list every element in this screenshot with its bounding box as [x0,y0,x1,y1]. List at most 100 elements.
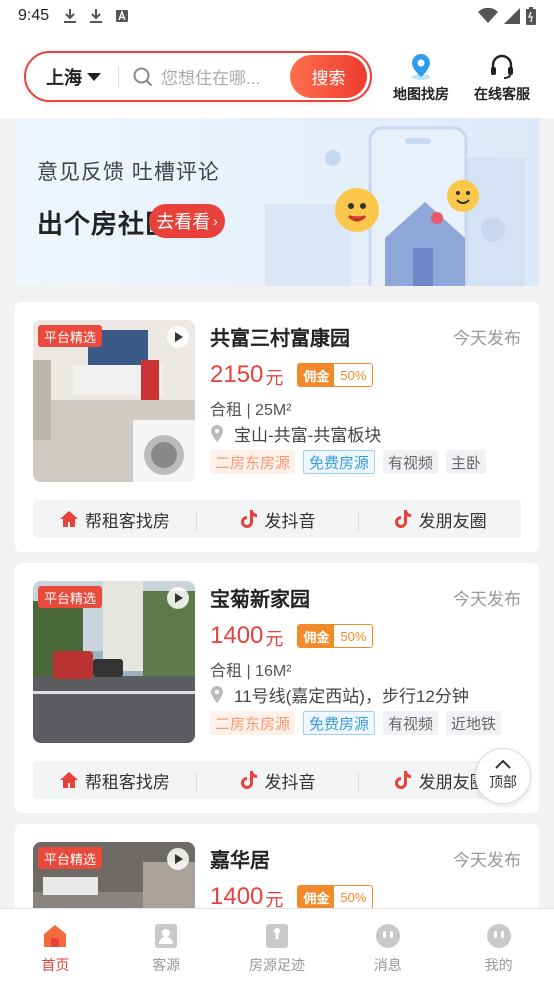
post-moments-button[interactable]: 发朋友圈 [358,507,521,532]
wifi-icon [478,8,498,23]
listing-date: 今天发布 [453,851,521,870]
map-search-label: 地图找房 [393,86,449,102]
online-service-label: 在线客服 [474,86,530,102]
listing-location: 宝山-共富-共富板块 [210,421,381,446]
community-banner[interactable]: 意见反馈 吐槽评论 出个房社区 去看看 › [15,118,539,286]
commission-badge: 佣金 50% [297,624,374,648]
city-label: 上海 [46,67,82,88]
headset-icon [491,54,513,79]
location-pin-icon [211,686,223,703]
listing-card[interactable]: 平台精选 嘉华居 今天发布 1400 元 佣金 50% [15,824,539,908]
location-pin-icon [211,425,223,442]
commission-badge: 佣金 50% [297,885,374,908]
post-douyin-button[interactable]: 发抖音 [195,507,359,532]
commission-label: 佣金 [298,364,335,386]
listing-thumbnail[interactable]: 平台精选 [33,581,195,743]
battery-icon [526,7,536,25]
search-input[interactable]: 您想住在哪... [161,64,290,89]
featured-badge: 平台精选 [38,847,103,869]
price-value: 1400 [210,622,264,649]
commission-value: 50% [334,364,373,386]
nav-home[interactable]: 首页 [0,909,111,984]
listing-title[interactable]: 嘉华居 [210,844,270,873]
listing-thumbnail[interactable]: 平台精选 [33,320,195,482]
price-row: 1400 元 佣金 50% [210,621,374,651]
commission-value: 50% [334,886,373,908]
profile-icon [486,924,511,948]
nav-label: 客源 [152,957,181,973]
back-to-top-label: 顶部 [489,774,517,790]
play-icon[interactable] [167,587,189,609]
price-unit: 元 [265,368,284,388]
download-icon [63,8,77,24]
listing-card[interactable]: 平台精选 宝菊新家园 今天发布 1400 元 佣金 50% 合租 | 16M² … [15,563,539,813]
bottom-nav: 首页 客源 房源足迹 消息 我的 [0,908,554,984]
listing-location: 11号线(嘉定西站)，步行12分钟 [210,682,469,707]
nav-profile[interactable]: 我的 [443,909,554,984]
price-unit: 元 [265,629,284,649]
commission-badge: 佣金 50% [297,363,374,387]
banner-illustration [265,126,525,286]
search-button[interactable]: 搜索 [290,55,367,98]
nav-label: 房源足迹 [248,957,305,973]
tag: 近地铁 [446,711,502,735]
commission-label: 佣金 [298,625,335,647]
divider [118,65,119,88]
chevron-right-icon: › [213,213,218,229]
search-bar[interactable]: 上海 您想住在哪... 搜索 [24,51,372,102]
online-service-button[interactable]: 在线客服 [470,52,534,104]
signal-icon [504,8,520,24]
download-icon [89,8,103,24]
nav-footprint[interactable]: 房源足迹 [222,909,333,984]
search-icon [133,67,153,86]
tag-list: 二房东房源 免费房源 有视频 近地铁 [210,711,502,735]
nav-clients[interactable]: 客源 [111,909,222,984]
post-douyin-button[interactable]: 发抖音 [195,768,359,793]
price-value: 2150 [210,361,264,388]
price-row: 1400 元 佣金 50% [210,882,374,908]
listing-title[interactable]: 共富三村富康园 [210,322,350,351]
listing-card[interactable]: 平台精选 共富三村富康园 今天发布 2150 元 佣金 50% 合租 | 25M… [15,302,539,552]
home-icon [44,925,67,947]
map-search-button[interactable]: 地图找房 [389,52,453,104]
douyin-icon [394,771,411,789]
back-to-top-button[interactable]: 顶部 [475,748,531,804]
listing-spec: 合租 | 25M² [210,402,292,419]
banner-go-label: 去看看 [156,212,211,232]
header: 上海 您想住在哪... 搜索 地图找房 在线客服 [0,32,554,118]
douyin-icon [240,771,257,789]
client-icon [155,924,178,948]
message-icon [375,924,400,948]
commission-value: 50% [334,625,373,647]
home-icon [59,511,78,527]
chevron-up-icon [495,760,511,769]
play-icon[interactable] [167,848,189,870]
city-selector[interactable]: 上海 [26,64,118,90]
commission-label: 佣金 [298,886,335,908]
tag: 免费房源 [303,711,376,735]
douyin-icon [394,510,411,528]
tag: 二房东房源 [210,711,296,735]
caret-down-icon [87,72,101,81]
tag: 有视频 [383,450,439,474]
find-for-tenant-button[interactable]: 帮租客找房 [33,768,196,793]
action-label: 发抖音 [264,772,316,792]
listing-spec: 合租 | 16M² [210,663,292,680]
listing-thumbnail[interactable]: 平台精选 [33,842,195,908]
tag-list: 二房东房源 免费房源 有视频 主卧 [210,450,487,474]
price-value: 1400 [210,883,264,908]
nav-messages[interactable]: 消息 [332,909,443,984]
tag: 二房东房源 [210,450,296,474]
price-row: 2150 元 佣金 50% [210,360,374,390]
listing-title[interactable]: 宝菊新家园 [210,583,310,612]
action-label: 帮租客找房 [84,772,170,792]
play-icon[interactable] [167,326,189,348]
nav-label: 我的 [484,957,513,973]
status-time: 9:45 [18,7,50,24]
douyin-icon [240,510,257,528]
banner-go-button[interactable]: 去看看 › [149,204,225,238]
nav-label: 消息 [373,957,402,973]
find-for-tenant-button[interactable]: 帮租客找房 [33,507,196,532]
listing-date: 今天发布 [453,329,521,348]
font-icon [115,8,129,24]
